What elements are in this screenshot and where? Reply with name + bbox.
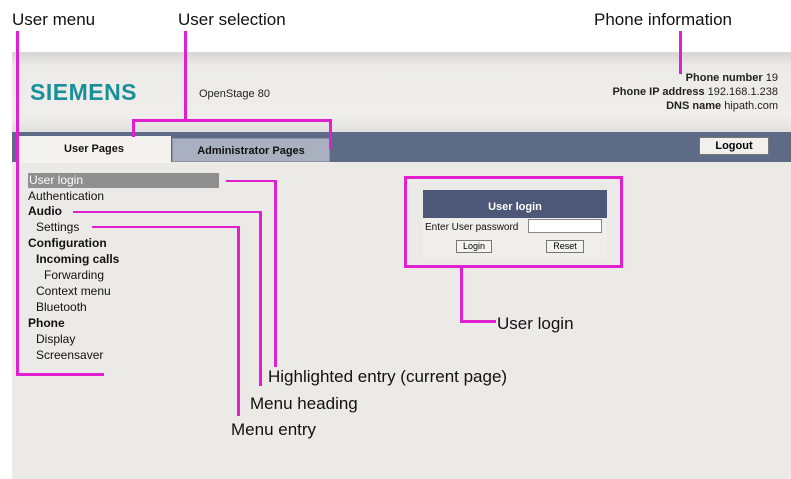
menu-heading-phone[interactable]: Phone [28, 316, 65, 331]
callout-entry-h [92, 226, 239, 228]
dns-name-label: DNS name [666, 100, 722, 112]
menu-item-display[interactable]: Display [36, 332, 75, 347]
tab-administrator-pages[interactable]: Administrator Pages [172, 138, 330, 162]
annotation-user-login: User login [497, 314, 574, 333]
menu-item-context-menu[interactable]: Context menu [36, 284, 111, 299]
menu-item-forwarding[interactable]: Forwarding [44, 268, 104, 283]
callout-login-stem [460, 268, 463, 323]
annotation-menu-heading: Menu heading [250, 394, 358, 413]
menu-item-user-login[interactable]: User login [28, 173, 219, 188]
dns-name-value: hipath.com [724, 100, 778, 112]
logout-button[interactable]: Logout [699, 137, 769, 155]
tab-user-pages[interactable]: User Pages [17, 136, 171, 163]
siemens-logo: SIEMENS [30, 79, 138, 105]
annotation-menu-entry: Menu entry [231, 420, 317, 439]
callout-user-selection-right [329, 119, 332, 149]
annotation-user-menu: User menu [12, 10, 96, 29]
menu-heading-configuration[interactable]: Configuration [28, 236, 107, 251]
callout-user-selection-left [132, 119, 135, 137]
annotation-highlighted-entry: Highlighted entry (current page) [268, 367, 508, 386]
callout-user-selection-bar [132, 119, 332, 122]
menu-item-authentication[interactable]: Authentication [28, 189, 104, 204]
callout-user-menu-vertical [16, 31, 19, 376]
phone-info-block: Phone number 19 Phone IP address 192.168… [612, 71, 778, 113]
callout-highlight-h [226, 180, 276, 182]
phone-number-label: Phone number [685, 72, 763, 84]
menu-item-screensaver[interactable]: Screensaver [36, 348, 103, 363]
menu-heading-incoming-calls[interactable]: Incoming calls [36, 252, 119, 267]
ip-address-value: 192.168.1.238 [707, 86, 778, 98]
callout-heading-v [259, 211, 262, 386]
callout-highlight-v [274, 180, 277, 367]
callout-entry-v [237, 226, 240, 416]
annotation-phone-information: Phone information [594, 10, 732, 29]
menu-heading-audio[interactable]: Audio [28, 204, 62, 219]
phone-model: OpenStage 80 [199, 88, 270, 100]
ip-address-label: Phone IP address [612, 86, 705, 98]
callout-user-menu-bottom [16, 373, 104, 376]
phone-number-value: 19 [765, 72, 778, 84]
menu-item-bluetooth[interactable]: Bluetooth [36, 300, 87, 315]
callout-heading-h [73, 211, 261, 213]
callout-login-foot [460, 320, 496, 323]
callout-user-selection-stem [184, 31, 187, 121]
callout-phone-info [679, 31, 682, 74]
menu-item-settings[interactable]: Settings [36, 220, 79, 235]
callout-login-box [404, 176, 623, 268]
annotation-user-selection: User selection [178, 10, 286, 29]
